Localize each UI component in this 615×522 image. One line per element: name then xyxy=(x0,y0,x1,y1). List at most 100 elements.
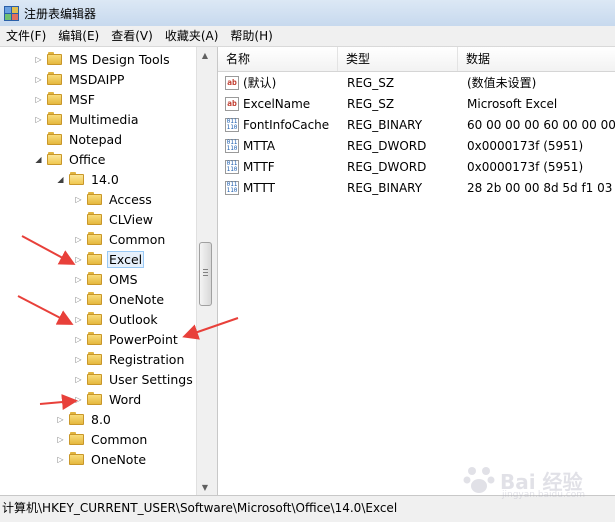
value-row[interactable]: 011 110 MTTT REG_BINARY 28 2b 00 00 8d 5d f… xyxy=(218,178,615,199)
expand-arrow-icon[interactable]: ▷ xyxy=(74,315,83,324)
expand-arrow-icon[interactable]: ▷ xyxy=(74,355,83,364)
main-area: ▷ MS Design Tools ▷ MSDAIPP ▷ MSF ▷ Multimedia N… xyxy=(0,47,615,495)
tree-item-notepad[interactable]: Notepad xyxy=(34,129,124,149)
value-name: MTTT xyxy=(243,181,275,195)
folder-icon xyxy=(69,412,85,426)
expand-arrow-icon[interactable]: ▷ xyxy=(74,195,83,204)
value-row[interactable]: ab (默认) REG_SZ (数值未设置) xyxy=(218,73,615,94)
menu-favorites[interactable]: 收藏夹(A) xyxy=(159,26,225,46)
expand-arrow-icon[interactable]: ▷ xyxy=(74,335,83,344)
tree-item-label: Registration xyxy=(109,351,185,367)
tree-item-ms-design-tools[interactable]: ▷ MS Design Tools xyxy=(34,49,172,69)
expand-arrow-icon[interactable]: ▷ xyxy=(56,415,65,424)
value-data: 28 2b 00 00 8d 5d f1 03 f xyxy=(467,181,615,195)
column-header-type[interactable]: 类型 xyxy=(338,47,458,71)
paw-logo-icon xyxy=(463,467,495,493)
tree-vertical-scrollbar[interactable]: ▲ ▼ xyxy=(196,47,213,495)
tree-item-common[interactable]: ▷ Common xyxy=(74,229,167,249)
expand-arrow-icon[interactable]: ▷ xyxy=(74,395,83,404)
scroll-down-arrow-icon[interactable]: ▼ xyxy=(197,479,213,495)
expand-arrow-icon[interactable]: ▷ xyxy=(74,235,83,244)
registry-values-list[interactable]: 名称 类型 数据 ab (默认) REG_SZ (数值未设置) ab ExcelName R… xyxy=(218,47,615,495)
value-row[interactable]: 011 110 MTTF REG_DWORD 0x0000173f (5951) xyxy=(218,157,615,178)
value-row[interactable]: 011 110 MTTA REG_DWORD 0x0000173f (5951) xyxy=(218,136,615,157)
tree-item-label: Common xyxy=(109,231,166,247)
expand-arrow-icon[interactable]: ▷ xyxy=(56,455,65,464)
column-header-name[interactable]: 名称 xyxy=(218,47,338,71)
value-row[interactable]: 011 110 FontInfoCache REG_BINARY 60 00 00 0… xyxy=(218,115,615,136)
tree-item-label: 8.0 xyxy=(91,411,111,427)
tree-item-word[interactable]: ▷ Word xyxy=(74,389,143,409)
tree-item-onenote[interactable]: ▷ OneNote xyxy=(56,449,148,469)
scroll-thumb[interactable] xyxy=(199,242,212,306)
expand-arrow-icon[interactable]: ▷ xyxy=(56,435,65,444)
folder-icon xyxy=(47,72,63,86)
value-type: REG_SZ xyxy=(347,97,395,111)
tree-item-14-0[interactable]: ◢ 14.0 xyxy=(56,169,121,189)
value-data: (数值未设置) xyxy=(467,76,537,90)
menu-view[interactable]: 查看(V) xyxy=(105,26,159,46)
folder-icon xyxy=(47,132,63,146)
collapse-arrow-icon[interactable]: ◢ xyxy=(34,155,43,164)
watermark-subtext: jingyan.baidu.com xyxy=(502,490,586,500)
tree-item-powerpoint[interactable]: ▷ PowerPoint xyxy=(74,329,180,349)
tree-item-label: CLView xyxy=(109,211,153,227)
tree-item-label: Word xyxy=(109,391,142,407)
tree-item-label: Access xyxy=(109,191,152,207)
tree-item-clview[interactable]: CLView xyxy=(74,209,155,229)
binary-value-icon: 011 110 xyxy=(225,160,239,174)
menu-file[interactable]: 文件(F) xyxy=(0,26,52,46)
folder-icon xyxy=(47,152,63,166)
tree-item-label: OneNote xyxy=(91,451,147,467)
value-type: REG_DWORD xyxy=(347,139,427,153)
folder-icon xyxy=(69,172,85,186)
tree-item-registration[interactable]: ▷ Registration xyxy=(74,349,186,369)
folder-icon xyxy=(87,232,103,246)
regedit-app-icon xyxy=(4,6,19,21)
scroll-up-arrow-icon[interactable]: ▲ xyxy=(197,47,213,63)
collapse-arrow-icon[interactable]: ◢ xyxy=(56,175,65,184)
expand-arrow-icon[interactable]: ▷ xyxy=(34,55,43,64)
tree-item-user-settings[interactable]: ▷ User Settings xyxy=(74,369,195,389)
registry-key-tree[interactable]: ▷ MS Design Tools ▷ MSDAIPP ▷ MSF ▷ Multimedia N… xyxy=(0,47,197,495)
tree-item-onenote[interactable]: ▷ OneNote xyxy=(74,289,166,309)
menu-edit[interactable]: 编辑(E) xyxy=(52,26,105,46)
tree-item-common[interactable]: ▷ Common xyxy=(56,429,149,449)
value-data: 0x0000173f (5951) xyxy=(467,160,584,174)
tree-item-multimedia[interactable]: ▷ Multimedia xyxy=(34,109,141,129)
expand-arrow-icon[interactable]: ▷ xyxy=(34,95,43,104)
expand-arrow-icon[interactable]: ▷ xyxy=(74,375,83,384)
tree-item-label: 14.0 xyxy=(91,171,119,187)
tree-item-label: Common xyxy=(91,431,148,447)
title-bar: 注册表编辑器 xyxy=(0,0,615,26)
tree-item-label: MS Design Tools xyxy=(69,51,170,67)
folder-icon xyxy=(87,212,103,226)
tree-item-oms[interactable]: ▷ OMS xyxy=(74,269,140,289)
tree-item-msf[interactable]: ▷ MSF xyxy=(34,89,97,109)
tree-item-office[interactable]: ◢ Office xyxy=(34,149,108,169)
expander-placeholder xyxy=(74,215,83,224)
status-path: 计算机\HKEY_CURRENT_USER\Software\Microsoft… xyxy=(2,501,398,515)
column-header-data[interactable]: 数据 xyxy=(458,47,615,71)
tree-item-label: Office xyxy=(69,151,106,167)
tree-item-msdaipp[interactable]: ▷ MSDAIPP xyxy=(34,69,126,89)
tree-item-excel[interactable]: ▷ Excel xyxy=(74,249,145,269)
folder-icon xyxy=(47,52,63,66)
tree-item-8-0[interactable]: ▷ 8.0 xyxy=(56,409,113,429)
expand-arrow-icon[interactable]: ▷ xyxy=(74,275,83,284)
folder-icon xyxy=(87,352,103,366)
value-data: 60 00 00 00 60 00 00 00 f xyxy=(467,118,615,132)
folder-icon xyxy=(87,192,103,206)
tree-item-label: Outlook xyxy=(109,311,158,327)
expand-arrow-icon[interactable]: ▷ xyxy=(34,115,43,124)
expand-arrow-icon[interactable]: ▷ xyxy=(34,75,43,84)
expand-arrow-icon[interactable]: ▷ xyxy=(74,255,83,264)
tree-item-outlook[interactable]: ▷ Outlook xyxy=(74,309,160,329)
tree-item-label: Multimedia xyxy=(69,111,139,127)
tree-item-access[interactable]: ▷ Access xyxy=(74,189,154,209)
value-row[interactable]: ab ExcelName REG_SZ Microsoft Excel xyxy=(218,94,615,115)
menu-help[interactable]: 帮助(H) xyxy=(224,26,278,46)
value-type: REG_DWORD xyxy=(347,160,427,174)
binary-value-icon: 011 110 xyxy=(225,181,239,195)
expand-arrow-icon[interactable]: ▷ xyxy=(74,295,83,304)
